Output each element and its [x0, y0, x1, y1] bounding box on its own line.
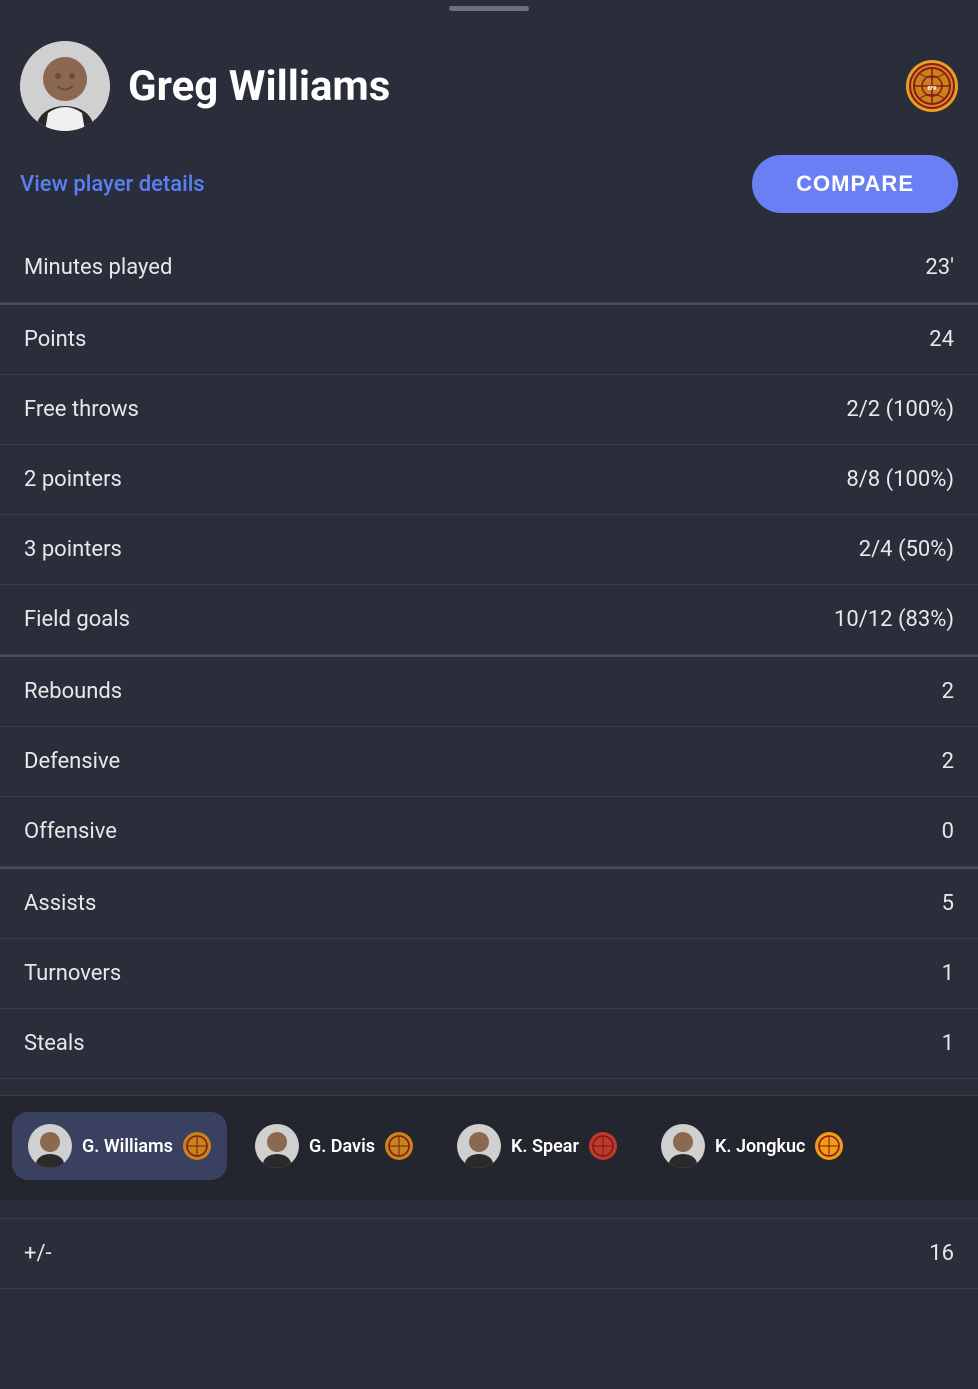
bottom-player-bar[interactable]: G. Williams G. Davis K. Spear K. Jongkuc [0, 1095, 978, 1200]
tab-logo-g_davis [385, 1132, 413, 1160]
stat-label-steals: Steals [24, 1031, 85, 1056]
tab-avatar-g_williams [28, 1124, 72, 1168]
stat-value-minutes_played: 23' [925, 255, 954, 280]
stat-value-two_pointers: 8/8 (100%) [846, 467, 954, 492]
stat-group: Points 24 Free throws 2/2 (100%) 2 pointers 8… [0, 303, 978, 655]
player-tab-k_jongkuc[interactable]: K. Jongkuc [645, 1112, 859, 1180]
stat-row-two_pointers: 2 pointers 8/8 (100%) [0, 445, 978, 515]
player-avatar [20, 41, 110, 131]
stat-row-three_pointers: 3 pointers 2/4 (50%) [0, 515, 978, 585]
stat-row-turnovers: Turnovers 1 [0, 939, 978, 1009]
compare-button[interactable]: COMPARE [752, 155, 958, 213]
stat-label-defensive: Defensive [24, 749, 120, 774]
stat-row-steals: Steals 1 [0, 1009, 978, 1079]
stat-label-two_pointers: 2 pointers [24, 467, 122, 492]
stat-row-points: Points 24 [0, 305, 978, 375]
action-row: View player details COMPARE [0, 147, 978, 233]
header-left: Greg Williams [20, 41, 390, 131]
player-tab-g_williams[interactable]: G. Williams [12, 1112, 227, 1180]
stat-value-plus_minus: 16 [929, 1241, 954, 1266]
stat-value-field_goals: 10/12 (83%) [834, 607, 954, 632]
tab-name-k_jongkuc: K. Jongkuc [715, 1136, 805, 1157]
tab-name-k_spear: K. Spear [511, 1136, 579, 1157]
stat-value-turnovers: 1 [942, 961, 954, 986]
view-player-details-link[interactable]: View player details [20, 172, 205, 197]
stat-row-minutes_played: Minutes played 23' [0, 233, 978, 302]
tab-name-g_davis: G. Davis [309, 1136, 375, 1157]
stat-row-assists: Assists 5 [0, 869, 978, 939]
stat-label-field_goals: Field goals [24, 607, 130, 632]
stat-value-rebounds: 2 [942, 679, 954, 704]
stat-group: Rebounds 2 Defensive 2 Offensive 0 [0, 655, 978, 867]
stat-value-points: 24 [929, 327, 954, 352]
tab-avatar-k_spear [457, 1124, 501, 1168]
stat-row-rebounds: Rebounds 2 [0, 657, 978, 727]
tab-avatar-g_davis [255, 1124, 299, 1168]
stat-label-rebounds: Rebounds [24, 679, 122, 704]
stat-label-turnovers: Turnovers [24, 961, 121, 986]
stat-label-three_pointers: 3 pointers [24, 537, 122, 562]
stat-value-offensive: 0 [942, 819, 954, 844]
stat-value-steals: 1 [942, 1031, 954, 1056]
stat-label-points: Points [24, 327, 86, 352]
stat-label-minutes_played: Minutes played [24, 255, 172, 280]
stat-row-defensive: Defensive 2 [0, 727, 978, 797]
stats-container: Minutes played 23' Points 24 Free throws 2/2 … [0, 233, 978, 1389]
stat-label-offensive: Offensive [24, 819, 117, 844]
stat-value-three_pointers: 2/4 (50%) [859, 537, 954, 562]
stat-row-field_goals: Field goals 10/12 (83%) [0, 585, 978, 654]
stat-group: Minutes played 23' [0, 233, 978, 303]
player-name: Greg Williams [128, 62, 390, 111]
svg-text:BFK: BFK [927, 86, 937, 92]
stat-row-free_throws: Free throws 2/2 (100%) [0, 375, 978, 445]
stat-value-assists: 5 [942, 891, 954, 916]
stat-group: Assists5Turnovers1Steals1Blocks1Personal… [0, 867, 978, 1289]
tab-logo-g_williams [183, 1132, 211, 1160]
tab-logo-k_jongkuc [815, 1132, 843, 1160]
tab-name-g_williams: G. Williams [82, 1136, 173, 1157]
player-tab-g_davis[interactable]: G. Davis [239, 1112, 429, 1180]
stat-label-assists: Assists [24, 891, 96, 916]
stat-row-offensive: Offensive 0 [0, 797, 978, 866]
team-logo: BFK [906, 60, 958, 112]
scroll-bar [449, 6, 529, 11]
tab-avatar-k_jongkuc [661, 1124, 705, 1168]
scroll-indicator [0, 0, 978, 17]
stat-label-free_throws: Free throws [24, 397, 139, 422]
player-header: Greg Williams BFK [0, 17, 978, 147]
tab-logo-k_spear [589, 1132, 617, 1160]
player-tab-k_spear[interactable]: K. Spear [441, 1112, 633, 1180]
stat-value-free_throws: 2/2 (100%) [846, 397, 954, 422]
stat-row-plus_minus: +/- 16 [0, 1219, 978, 1288]
stat-value-defensive: 2 [942, 749, 954, 774]
stat-label-plus_minus: +/- [24, 1241, 52, 1266]
